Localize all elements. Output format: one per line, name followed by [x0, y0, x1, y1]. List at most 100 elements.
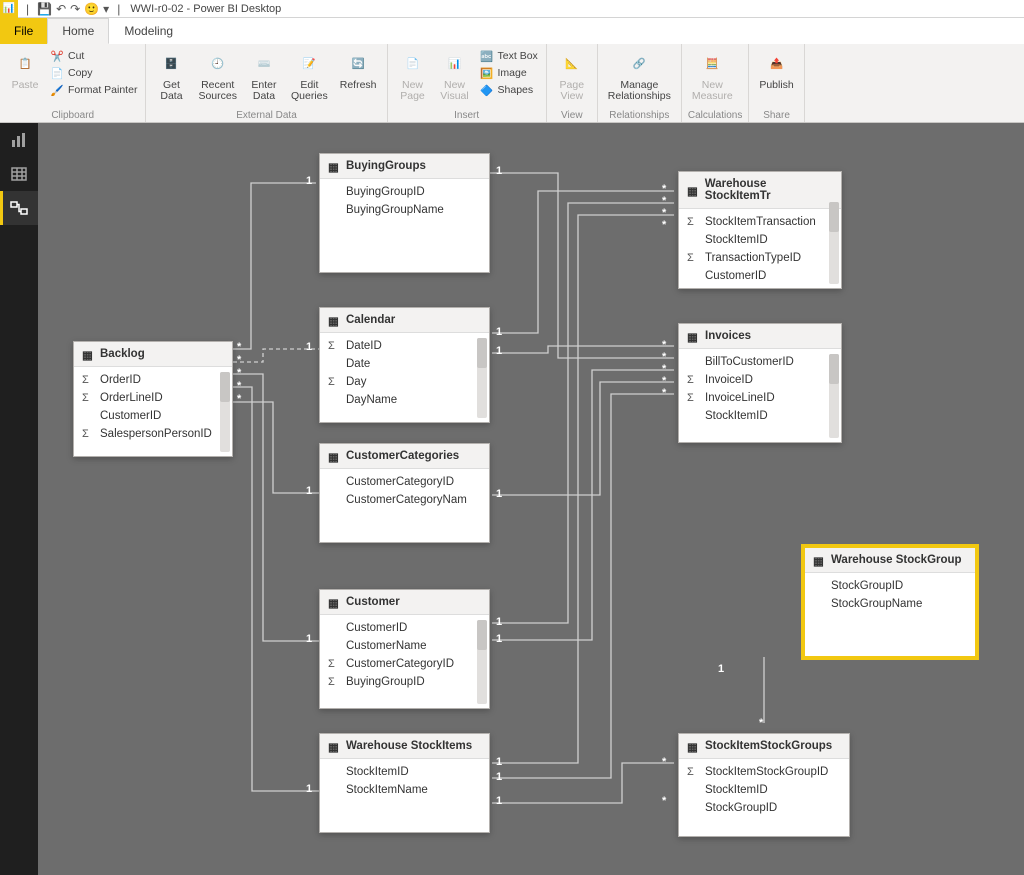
table-field[interactable]: StockItemID [679, 231, 841, 249]
new-visual-button[interactable]: 📊New Visual [436, 46, 474, 104]
table-field[interactable]: StockGroupID [679, 799, 849, 817]
save-icon[interactable]: 💾 [37, 2, 52, 16]
table-invoices[interactable]: ▦Invoices BillToCustomerIDΣInvoiceIDΣInv… [678, 323, 842, 443]
sigma-icon: Σ [687, 374, 694, 386]
table-field[interactable]: ΣInvoiceLineID [679, 389, 841, 407]
get-data-button[interactable]: 🗄️Get Data [152, 46, 190, 104]
table-field[interactable]: StockItemName [320, 781, 489, 799]
cardinality-one: 1 [306, 175, 312, 187]
shapes-button[interactable]: 🔷Shapes [478, 82, 540, 98]
model-view-button[interactable] [0, 191, 38, 225]
data-view-button[interactable] [0, 157, 38, 191]
table-field[interactable]: CustomerID [679, 267, 841, 285]
edit-queries-button[interactable]: 📝Edit Queries [287, 46, 332, 104]
cut-button[interactable]: ✂️Cut [48, 48, 139, 64]
field-name: StockGroupID [831, 580, 903, 592]
table-scrollbar[interactable] [220, 372, 230, 452]
table-scrollbar[interactable] [829, 202, 839, 284]
table-field[interactable]: StockItemID [679, 407, 841, 425]
table-field[interactable]: ΣOrderID [74, 371, 232, 389]
feedback-icon[interactable]: 🙂 [84, 2, 99, 16]
table-field[interactable]: DayName [320, 391, 489, 409]
format-painter-button[interactable]: 🖌️Format Painter [48, 82, 139, 98]
table-field[interactable]: ΣDay [320, 373, 489, 391]
table-field[interactable]: ΣStockItemStockGroupID [679, 763, 849, 781]
text-box-button[interactable]: 🔤Text Box [478, 48, 540, 64]
table-field[interactable]: CustomerCategoryNam [320, 491, 489, 509]
table-stockitemstockgroups[interactable]: ▦StockItemStockGroups ΣStockItemStockGro… [678, 733, 850, 837]
table-field[interactable]: CustomerID [74, 407, 232, 425]
table-warehouse-stockitemtr[interactable]: ▦Warehouse StockItemTr ΣStockItemTransac… [678, 171, 842, 289]
page-view-button[interactable]: 📐Page View [553, 46, 591, 104]
paste-button[interactable]: 📋 Paste [6, 46, 44, 93]
table-warehouse-stockitems[interactable]: ▦Warehouse StockItems StockItemIDStockIt… [319, 733, 490, 833]
enter-data-button[interactable]: ⌨️Enter Data [245, 46, 283, 104]
table-field[interactable]: StockItemID [320, 763, 489, 781]
home-tab[interactable]: Home [47, 18, 109, 44]
table-field[interactable]: ΣBuyingGroupID [320, 673, 489, 691]
image-icon: 🖼️ [480, 66, 494, 80]
edit-queries-label: Edit Queries [291, 80, 328, 102]
field-name: StockItemID [346, 766, 409, 778]
table-warehouse-stockgroup[interactable]: ▦Warehouse StockGroup StockGroupIDStockG… [804, 547, 976, 657]
table-field[interactable]: ΣDateID [320, 337, 489, 355]
new-measure-button[interactable]: 🧮New Measure [688, 46, 737, 104]
publish-button[interactable]: 📤Publish [755, 46, 797, 93]
table-field[interactable]: CustomerID [320, 619, 489, 637]
file-tab[interactable]: File [0, 18, 47, 44]
undo-icon[interactable]: ↶ [56, 2, 66, 16]
ribbon-group-clipboard: 📋 Paste ✂️Cut 📄Copy 🖌️Format Painter Cli… [0, 44, 146, 122]
table-scrollbar[interactable] [829, 354, 839, 438]
table-field[interactable]: Date [320, 355, 489, 373]
table-customer[interactable]: ▦Customer CustomerIDCustomerNameΣCustome… [319, 589, 490, 709]
table-buyinggroups[interactable]: ▦BuyingGroups BuyingGroupIDBuyingGroupNa… [319, 153, 490, 273]
cardinality-many: * [662, 795, 666, 807]
table-field[interactable]: ΣOrderLineID [74, 389, 232, 407]
cardinality-one: 1 [496, 345, 502, 357]
table-field[interactable]: ΣInvoiceID [679, 371, 841, 389]
image-label: Image [498, 67, 527, 79]
page-view-icon: 📐 [557, 48, 587, 78]
table-field[interactable]: CustomerCategoryID [320, 473, 489, 491]
cardinality-one: 1 [306, 633, 312, 645]
copy-button[interactable]: 📄Copy [48, 65, 139, 81]
shapes-icon: 🔷 [480, 83, 494, 97]
image-button[interactable]: 🖼️ Image [478, 65, 540, 81]
qat-more-icon[interactable]: ▾ [103, 2, 109, 16]
manage-relationships-button[interactable]: 🔗Manage Relationships [604, 46, 675, 104]
table-scrollbar[interactable] [477, 620, 487, 704]
refresh-button[interactable]: 🔄Refresh [336, 46, 381, 93]
table-field[interactable]: BuyingGroupID [320, 183, 489, 201]
table-customercategories[interactable]: ▦CustomerCategories CustomerCategoryIDCu… [319, 443, 490, 543]
table-calendar[interactable]: ▦Calendar ΣDateIDDateΣDayDayName [319, 307, 490, 423]
modeling-tab[interactable]: Modeling [109, 18, 188, 44]
ribbon-group-insert: 📄New Page 📊New Visual 🔤Text Box 🖼️Image … [388, 44, 547, 122]
field-name: DateID [346, 340, 382, 352]
format-painter-icon: 🖌️ [50, 83, 64, 97]
field-name: CustomerCategoryID [346, 476, 454, 488]
redo-icon[interactable]: ↷ [70, 2, 80, 16]
table-backlog[interactable]: ▦Backlog ΣOrderIDΣOrderLineIDCustomerIDΣ… [73, 341, 233, 457]
table-icon [10, 165, 28, 183]
recent-sources-button[interactable]: 🕘Recent Sources [194, 46, 241, 104]
ribbon-group-relationships: 🔗Manage Relationships Relationships [598, 44, 682, 122]
table-field[interactable]: StockGroupName [805, 595, 975, 613]
table-field[interactable]: StockItemID [679, 781, 849, 799]
table-field[interactable]: StockGroupID [805, 577, 975, 595]
cardinality-many: * [662, 363, 666, 375]
table-field[interactable]: ΣSalespersonPersonID [74, 425, 232, 443]
table-field[interactable]: BillToCustomerID [679, 353, 841, 371]
table-field[interactable]: CustomerName [320, 637, 489, 655]
table-field[interactable]: ΣTransactionTypeID [679, 249, 841, 267]
table-field[interactable]: ΣStockItemTransaction [679, 213, 841, 231]
field-name: CustomerID [705, 270, 766, 282]
cut-label: Cut [68, 50, 84, 62]
table-scrollbar[interactable] [477, 338, 487, 418]
copy-icon: 📄 [50, 66, 64, 80]
report-view-button[interactable] [0, 123, 38, 157]
new-page-button[interactable]: 📄New Page [394, 46, 432, 104]
field-name: StockItemStockGroupID [705, 766, 828, 778]
table-field[interactable]: ΣCustomerCategoryID [320, 655, 489, 673]
relationship-canvas[interactable]: ▦Backlog ΣOrderIDΣOrderLineIDCustomerIDΣ… [38, 123, 1024, 875]
table-field[interactable]: BuyingGroupName [320, 201, 489, 219]
